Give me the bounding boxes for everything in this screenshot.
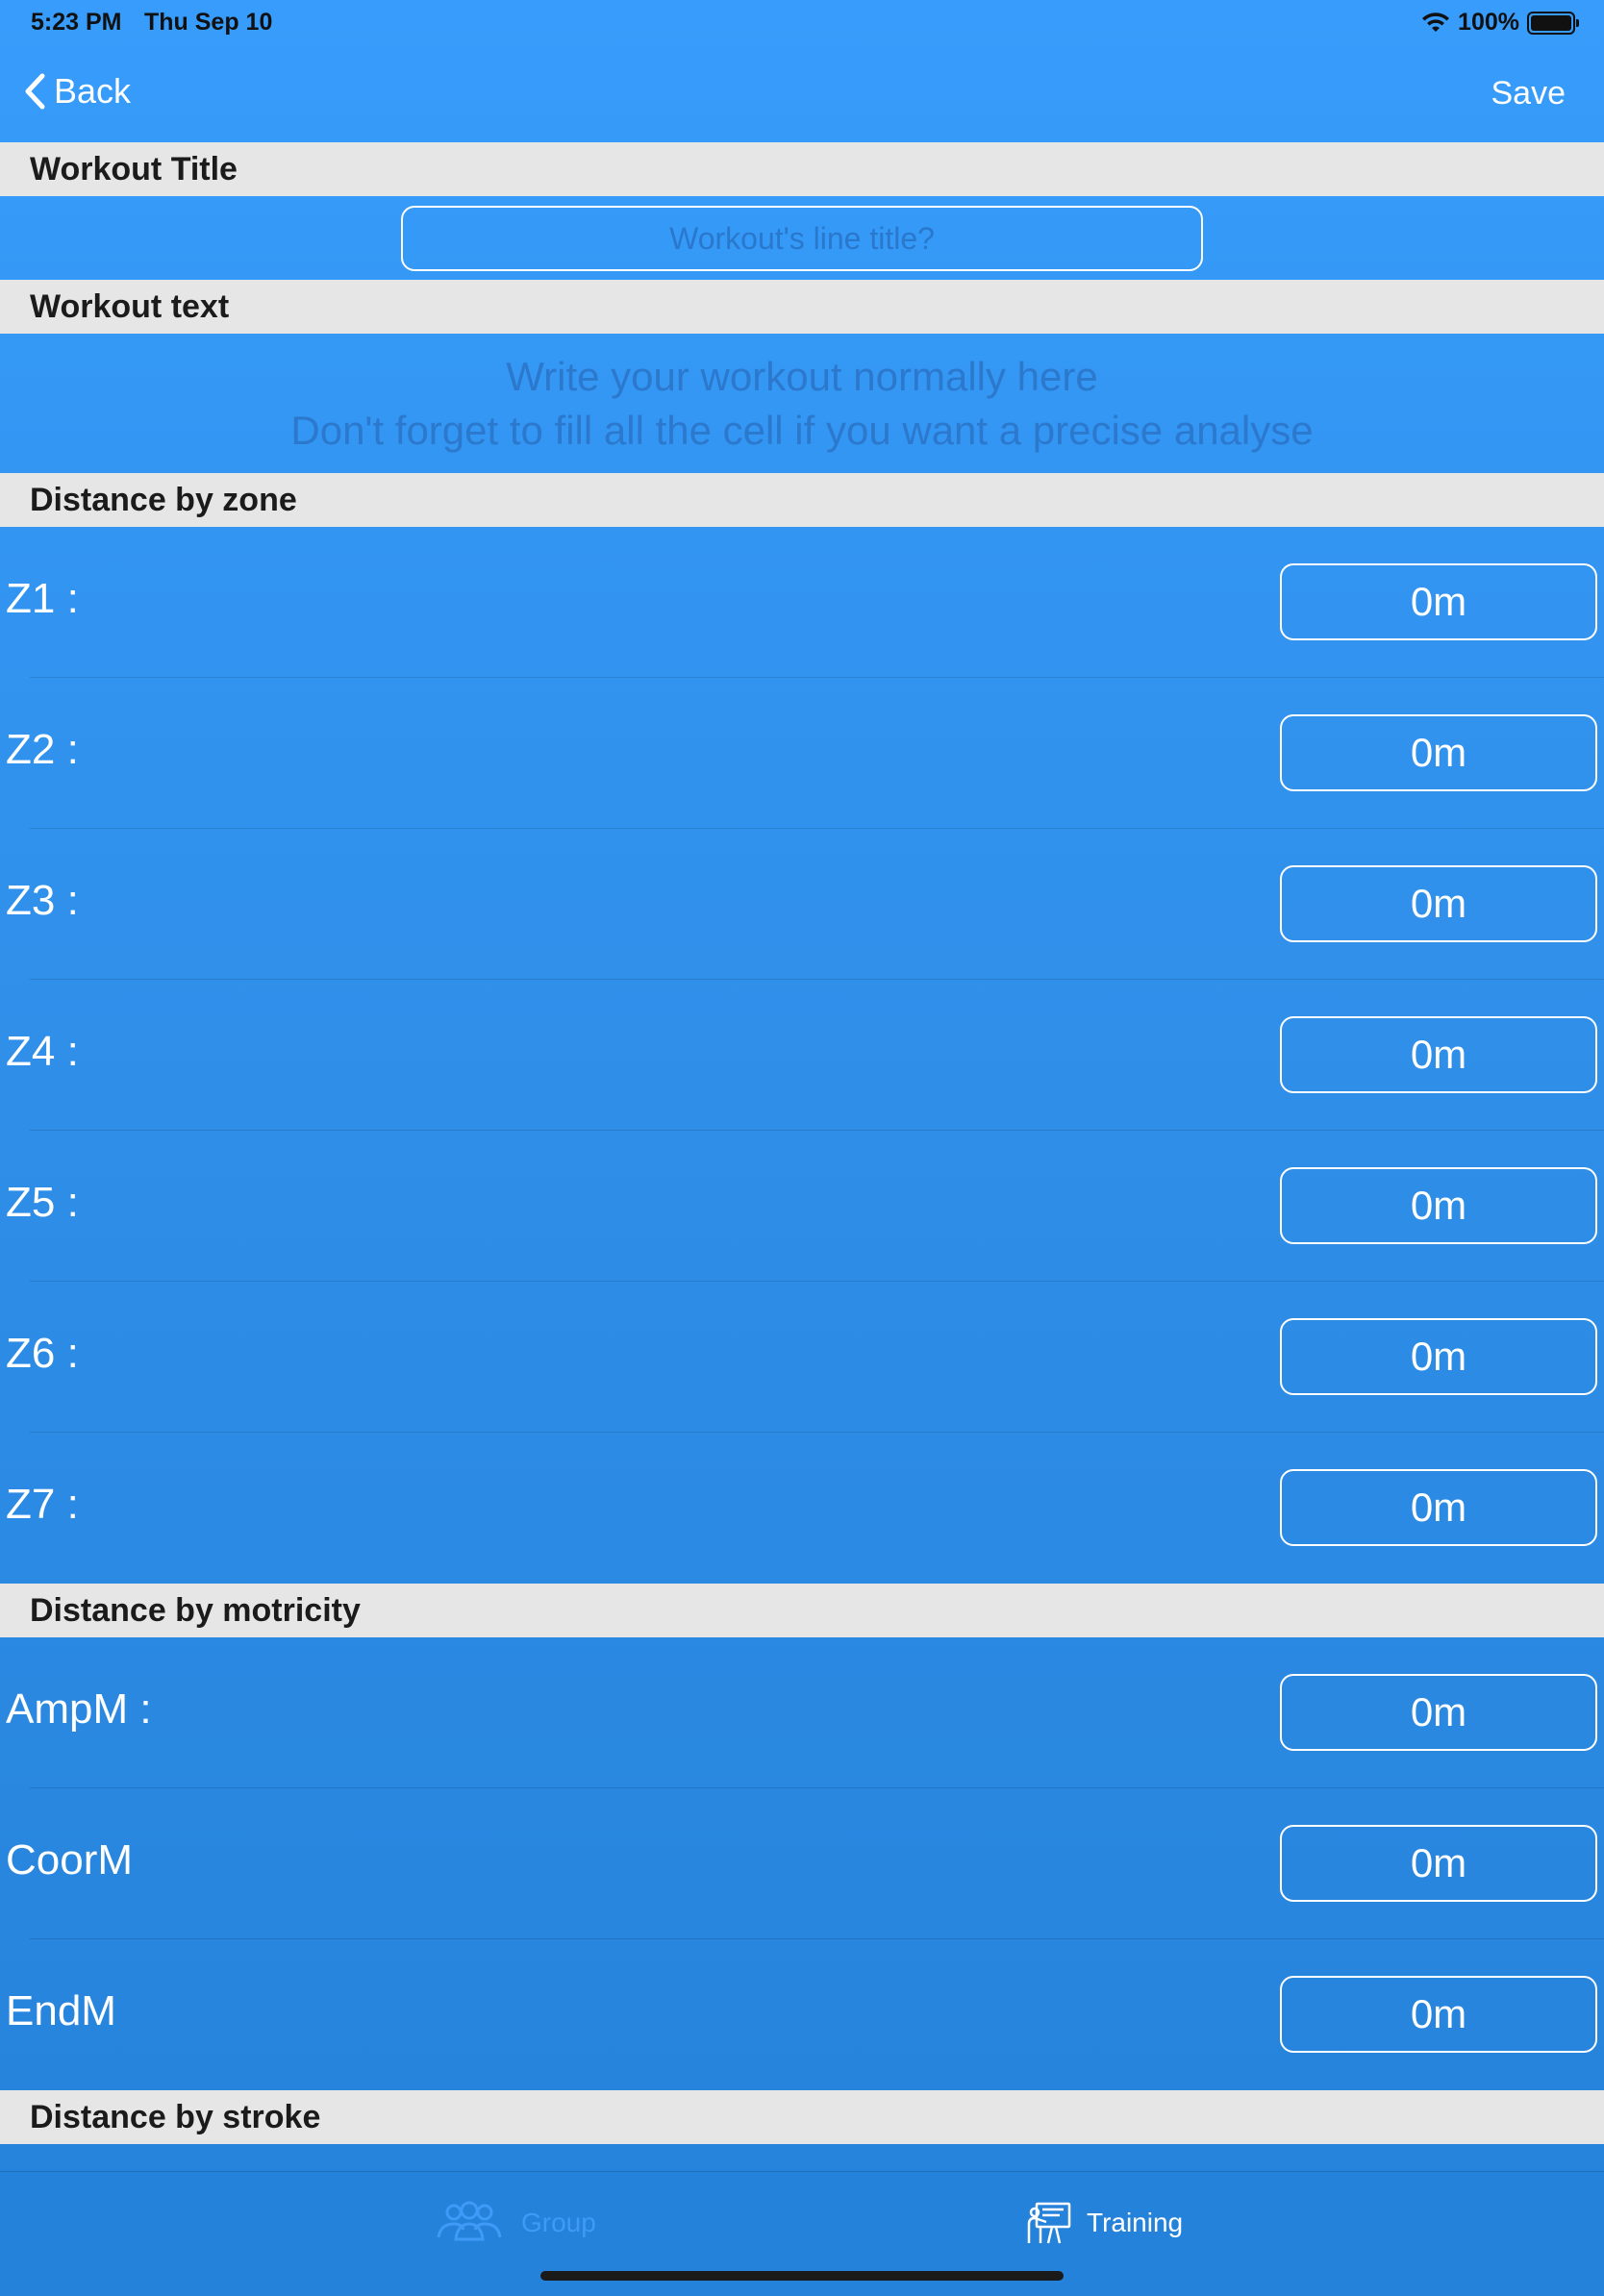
zone-label: Z6 : [6, 1330, 79, 1377]
zone-z6-value-field[interactable]: 0m [1280, 1318, 1597, 1395]
tab-group-label: Group [521, 2208, 596, 2237]
nav-bar: Back Save [0, 46, 1604, 142]
zone-label: Z1 : [6, 575, 79, 622]
motricity-label: CoorM [6, 1836, 134, 1884]
workout-title-input[interactable] [401, 206, 1203, 271]
section-header-workout-text: Workout text [0, 280, 1604, 334]
zone-row-z3: Z3 : 0m [0, 829, 1604, 980]
workout-text-placeholder-line2: Don't forget to fill all the cell if you… [290, 408, 1314, 453]
section-header-distance-by-zone: Distance by zone [0, 473, 1604, 527]
motricity-endm-value-field[interactable]: 0m [1280, 1976, 1597, 2053]
motricity-row-endm: EndM 0m [0, 1939, 1604, 2090]
back-button[interactable]: Back [23, 71, 131, 112]
training-icon [1027, 2202, 1071, 2244]
home-indicator [540, 2271, 1064, 2281]
motricity-row-coorm: CoorM 0m [0, 1788, 1604, 1939]
zone-z1-value-field[interactable]: 0m [1280, 563, 1597, 640]
workout-text-placeholder-line1: Write your workout normally here [506, 354, 1098, 399]
zone-z4-value-field[interactable]: 0m [1280, 1016, 1597, 1093]
section-header-distance-by-motricity: Distance by motricity [0, 1584, 1604, 1637]
section-header-distance-by-stroke: Distance by stroke [0, 2090, 1604, 2144]
status-indicators: 100% [1421, 9, 1579, 37]
zone-row-z2: Z2 : 0m [0, 678, 1604, 829]
chevron-left-icon [25, 73, 45, 110]
status-time: 5:23 PM [31, 9, 122, 36]
zone-z5-value-field[interactable]: 0m [1280, 1167, 1597, 1244]
zone-row-z4: Z4 : 0m [0, 980, 1604, 1131]
zone-z2-value-field[interactable]: 0m [1280, 714, 1597, 791]
battery-percentage: 100% [1458, 9, 1519, 36]
zone-z3-value-field[interactable]: 0m [1280, 865, 1597, 942]
tab-training-label: Training [1087, 2208, 1184, 2237]
workout-text-area[interactable]: Write your workout normally here Don't f… [0, 335, 1604, 473]
back-label: Back [54, 71, 132, 111]
zone-row-z6: Z6 : 0m [0, 1282, 1604, 1433]
motricity-label: AmpM : [6, 1685, 152, 1733]
motricity-ampm-value-field[interactable]: 0m [1280, 1674, 1597, 1751]
status-bar: 5:23 PM Thu Sep 10 100% [0, 0, 1604, 46]
zone-row-z1: Z1 : 0m [0, 527, 1604, 678]
zone-row-z7: Z7 : 0m [0, 1433, 1604, 1584]
motricity-coorm-value-field[interactable]: 0m [1280, 1825, 1597, 1902]
motricity-label: EndM [6, 1987, 116, 2034]
zone-label: Z3 : [6, 877, 79, 924]
group-icon [437, 2201, 502, 2241]
save-button[interactable]: Save [1491, 75, 1566, 112]
zone-row-z5: Z5 : 0m [0, 1131, 1604, 1282]
tab-group[interactable]: Group [431, 2201, 596, 2245]
battery-icon [1527, 11, 1579, 35]
status-date: Thu Sep 10 [144, 9, 273, 36]
zone-z7-value-field[interactable]: 0m [1280, 1469, 1597, 1546]
zone-label: Z2 : [6, 726, 79, 773]
zone-label: Z4 : [6, 1028, 79, 1075]
zone-label: Z5 : [6, 1179, 79, 1226]
wifi-icon [1422, 12, 1450, 32]
zone-label: Z7 : [6, 1481, 79, 1528]
motricity-row-ampm: AmpM : 0m [0, 1637, 1604, 1788]
tab-training[interactable]: Training [1025, 2201, 1183, 2245]
section-header-workout-title: Workout Title [0, 142, 1604, 196]
